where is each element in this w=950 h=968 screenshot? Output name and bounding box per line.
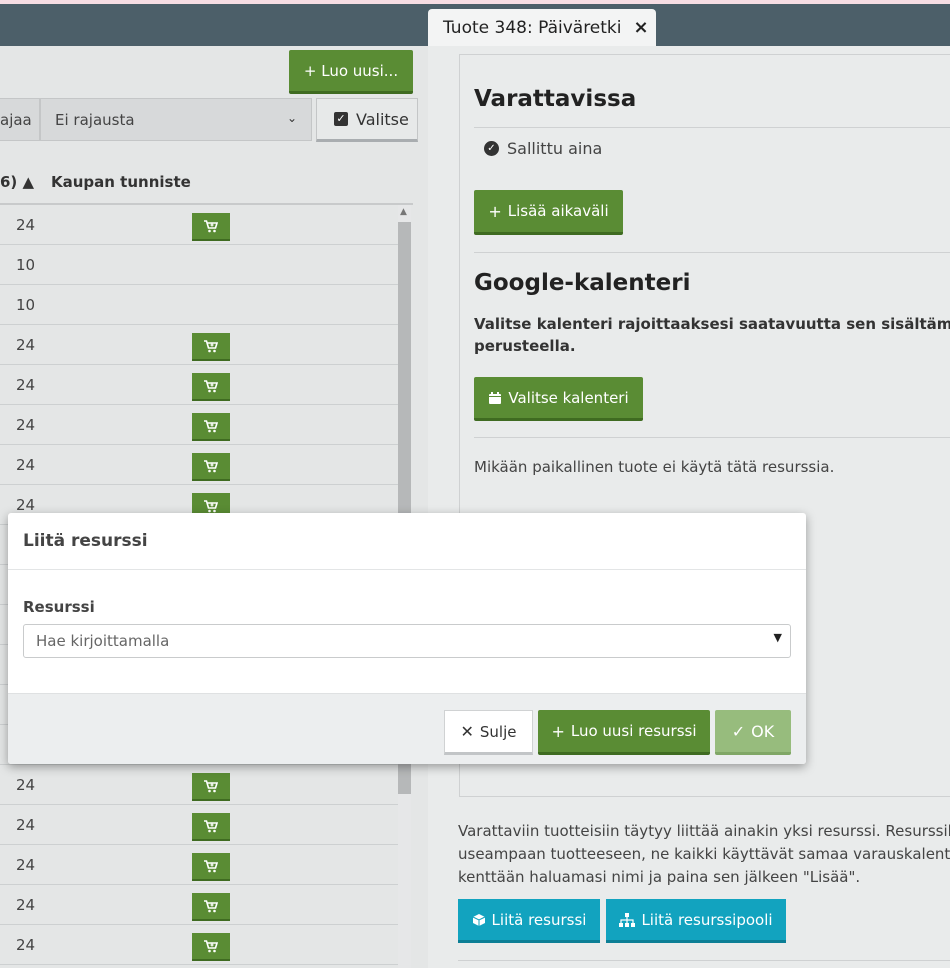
table-row[interactable]: 24 bbox=[0, 805, 398, 845]
table-row[interactable]: 24 bbox=[0, 365, 398, 405]
no-product-text: Mikään paikallinen tuote ei käytä tätä r… bbox=[474, 458, 835, 476]
tab-title: Tuote 348: Päiväretki bbox=[443, 17, 622, 38]
close-icon: ✕ bbox=[460, 722, 474, 741]
attach-resource-label: Liitä resurssi bbox=[491, 910, 587, 929]
plus-icon: + bbox=[551, 721, 565, 741]
allowed-status: ✓ Sallittu aina bbox=[484, 139, 602, 158]
cart-icon[interactable] bbox=[192, 413, 230, 441]
cart-icon[interactable] bbox=[192, 813, 230, 841]
ok-button-label: OK bbox=[751, 721, 775, 741]
close-button[interactable]: ✕ Sulje bbox=[444, 710, 533, 755]
create-new-resource-button[interactable]: + Luo uusi resurssi bbox=[538, 710, 710, 755]
row-value: 24 bbox=[16, 416, 36, 434]
cart-icon[interactable] bbox=[192, 893, 230, 921]
select-button-label: Valitse bbox=[356, 109, 409, 129]
create-new-button[interactable]: + Luo uusi... bbox=[289, 50, 413, 94]
cart-icon[interactable] bbox=[192, 333, 230, 361]
select-calendar-button[interactable]: Valitse kalenteri bbox=[474, 377, 643, 421]
tab-product[interactable]: Tuote 348: Päiväretki × bbox=[428, 9, 656, 46]
column-header-sort[interactable]: 6) ▲ bbox=[0, 173, 34, 191]
table-row[interactable]: 24 bbox=[0, 845, 398, 885]
scroll-up-icon[interactable]: ▲ bbox=[400, 207, 407, 217]
filter-select-value: Ei rajausta bbox=[55, 111, 135, 129]
row-value: 24 bbox=[16, 896, 36, 914]
cart-icon[interactable] bbox=[192, 853, 230, 881]
table-row[interactable]: 10 bbox=[0, 285, 398, 325]
dialog-footer: ✕ Sulje + Luo uusi resurssi ✓ OK bbox=[8, 693, 806, 764]
add-range-label: Lisää aikaväli bbox=[507, 202, 609, 220]
attach-pool-label: Liitä resurssipooli bbox=[641, 910, 773, 929]
attach-desc-line: useampaan tuotteeseen, ne kaikki käyttäv… bbox=[458, 845, 950, 863]
attach-resource-dialog: Liitä resurssi Resurssi Hae kirjoittamal… bbox=[8, 513, 806, 764]
filter-select[interactable]: Ei rajausta ⌄ bbox=[40, 98, 312, 141]
dialog-header: Liitä resurssi bbox=[8, 513, 806, 570]
row-value: 24 bbox=[16, 776, 36, 794]
check-circle-icon: ✓ bbox=[484, 141, 499, 156]
row-value: 24 bbox=[16, 376, 36, 394]
cube-icon bbox=[472, 913, 486, 927]
row-value: 10 bbox=[16, 296, 36, 314]
row-value: 24 bbox=[16, 336, 36, 354]
allowed-text: Sallittu aina bbox=[507, 139, 603, 158]
checkbox-icon: ✓ bbox=[334, 112, 348, 126]
select-button[interactable]: ✓ Valitse bbox=[316, 98, 418, 142]
check-icon: ✓ bbox=[731, 721, 746, 741]
resource-search-placeholder: Hae kirjoittamalla bbox=[36, 632, 170, 650]
row-value: 24 bbox=[16, 456, 36, 474]
cart-icon[interactable] bbox=[192, 933, 230, 961]
attach-desc-line: kenttään haluamasi nimi ja paina sen jäl… bbox=[458, 868, 861, 886]
table-row[interactable]: 24 bbox=[0, 765, 398, 805]
ok-button[interactable]: ✓ OK bbox=[715, 710, 791, 755]
section-title-google-calendar: Google-kalenteri bbox=[474, 270, 691, 296]
row-value: 24 bbox=[16, 936, 36, 954]
calendar-desc-line: Valitse kalenteri rajoittaaksesi saatavu… bbox=[474, 315, 950, 333]
cart-icon[interactable] bbox=[192, 453, 230, 481]
table-row[interactable]: 24 bbox=[0, 445, 398, 485]
add-range-button[interactable]: + Lisää aikaväli bbox=[474, 190, 623, 235]
table-row[interactable]: 24 bbox=[0, 205, 398, 245]
section-title-available: Varattavissa bbox=[474, 86, 637, 112]
row-value: 24 bbox=[16, 216, 36, 234]
table-row[interactable]: 24 bbox=[0, 925, 398, 965]
close-button-label: Sulje bbox=[479, 722, 517, 741]
table-row[interactable]: 10 bbox=[0, 245, 398, 285]
close-icon[interactable]: × bbox=[634, 17, 649, 38]
resource-search-select[interactable]: Hae kirjoittamalla ▼ bbox=[23, 624, 791, 658]
divider bbox=[458, 960, 950, 961]
divider bbox=[474, 252, 950, 253]
row-value: 10 bbox=[16, 256, 36, 274]
row-value: 24 bbox=[16, 856, 36, 874]
divider bbox=[474, 437, 950, 438]
table-row[interactable]: 24 bbox=[0, 405, 398, 445]
cart-icon[interactable] bbox=[192, 213, 230, 241]
plus-icon: + bbox=[488, 201, 502, 221]
chevron-down-icon: ⌄ bbox=[286, 111, 297, 125]
attach-description: Varattaviin tuotteisiin täytyy liittää a… bbox=[458, 820, 950, 889]
attach-desc-line: Varattaviin tuotteisiin täytyy liittää a… bbox=[458, 822, 950, 840]
calendar-icon bbox=[488, 391, 502, 405]
row-value: 24 bbox=[16, 816, 36, 834]
row-value: 24 bbox=[16, 496, 36, 514]
column-header-store-id[interactable]: Kaupan tunniste bbox=[51, 173, 191, 191]
table-row[interactable]: 24 bbox=[0, 325, 398, 365]
sitemap-icon bbox=[619, 912, 636, 927]
filter-label: ajaa bbox=[0, 98, 40, 141]
cart-icon[interactable] bbox=[192, 773, 230, 801]
select-calendar-label: Valitse kalenteri bbox=[508, 388, 629, 407]
divider bbox=[474, 127, 950, 128]
dialog-title: Liitä resurssi bbox=[23, 531, 148, 551]
cart-icon[interactable] bbox=[192, 373, 230, 401]
table-row[interactable]: 24 bbox=[0, 885, 398, 925]
resource-field-label: Resurssi bbox=[23, 598, 95, 616]
calendar-desc-line: perusteella. bbox=[474, 337, 576, 355]
attach-resource-button[interactable]: Liitä resurssi bbox=[458, 899, 600, 943]
attach-resource-pool-button[interactable]: Liitä resurssipooli bbox=[606, 899, 786, 943]
calendar-description: Valitse kalenteri rajoittaaksesi saatavu… bbox=[474, 313, 950, 357]
dropdown-caret-icon[interactable]: ▼ bbox=[774, 631, 782, 644]
create-new-resource-label: Luo uusi resurssi bbox=[570, 722, 697, 740]
